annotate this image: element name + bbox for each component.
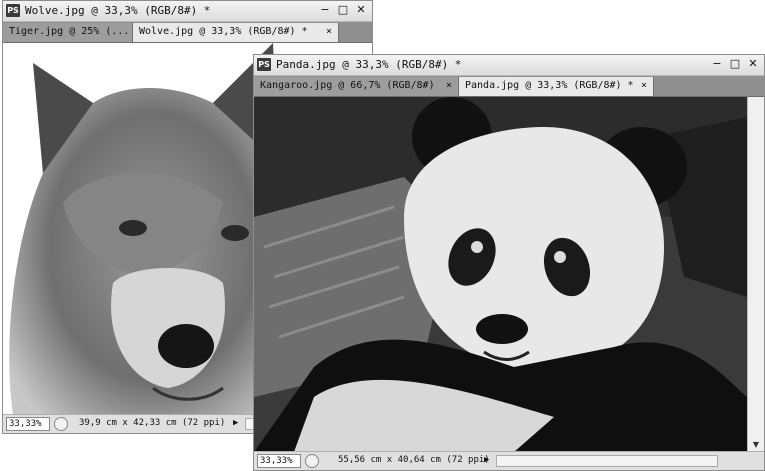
ps-app-icon: PS (6, 4, 20, 17)
wolf-title-bar[interactable]: PS Wolve.jpg @ 33,3% (RGB/8#) * − □ ✕ (3, 1, 372, 22)
panda-tab-bar: Kangaroo.jpg @ 66,7% (RGB/8#) × Panda.jp… (254, 76, 764, 97)
panda-status-bar: 33,33% 55,56 cm x 40,64 cm (72 ppi) ▶ (254, 451, 764, 470)
tab-close-icon[interactable]: × (326, 23, 332, 41)
minimize-icon[interactable]: − (710, 57, 724, 71)
tab-close-icon[interactable]: × (446, 77, 452, 95)
panda-window-title: Panda.jpg @ 33,3% (RGB/8#) * (276, 58, 462, 71)
maximize-icon[interactable]: □ (336, 3, 350, 17)
maximize-icon[interactable]: □ (728, 57, 742, 71)
zoom-level-field[interactable]: 33,33% (6, 417, 50, 431)
tab-panda[interactable]: Panda.jpg @ 33,3% (RGB/8#) * × (459, 77, 654, 96)
scroll-arrow-icon[interactable]: ▼ (748, 438, 764, 452)
status-menu-icon[interactable] (305, 454, 319, 468)
tab-wolve[interactable]: Wolve.jpg @ 33,3% (RGB/8#) * × (133, 23, 339, 42)
wolf-tab-bar: Tiger.jpg @ 25% (... Wolve.jpg @ 33,3% (… (3, 22, 372, 43)
tab-kangaroo[interactable]: Kangaroo.jpg @ 66,7% (RGB/8#) × (254, 77, 459, 96)
panda-photo (254, 97, 747, 452)
tab-tiger-label: Tiger.jpg @ 25% (... (9, 26, 130, 37)
document-size: 55,56 cm x 40,64 cm (72 ppi) (338, 455, 490, 465)
panda-image-canvas[interactable] (254, 97, 747, 452)
tab-kangaroo-label: Kangaroo.jpg @ 66,7% (RGB/8#) (260, 80, 435, 91)
tab-panda-label: Panda.jpg @ 33,3% (RGB/8#) * (465, 80, 634, 91)
minimize-icon[interactable]: − (318, 3, 332, 17)
document-size: 39,9 cm x 42,33 cm (72 ppi) (79, 418, 226, 428)
status-arrow-icon[interactable]: ▶ (233, 418, 238, 428)
zoom-level-field[interactable]: 33,33% (257, 454, 301, 468)
panda-document-window[interactable]: PS Panda.jpg @ 33,3% (RGB/8#) * − □ ✕ Ka… (253, 54, 765, 471)
wolf-window-title: Wolve.jpg @ 33,3% (RGB/8#) * (25, 4, 211, 17)
tab-tiger[interactable]: Tiger.jpg @ 25% (... (3, 23, 133, 42)
status-menu-icon[interactable] (54, 417, 68, 431)
vertical-scrollbar[interactable]: ▼ (747, 97, 764, 452)
ps-app-icon: PS (257, 58, 271, 71)
tab-wolve-label: Wolve.jpg @ 33,3% (RGB/8#) * (139, 26, 308, 37)
panda-title-bar[interactable]: PS Panda.jpg @ 33,3% (RGB/8#) * − □ ✕ (254, 55, 764, 76)
status-arrow-icon[interactable]: ▶ (484, 455, 489, 465)
close-icon[interactable]: ✕ (746, 57, 760, 71)
tab-close-icon[interactable]: × (641, 77, 647, 95)
close-icon[interactable]: ✕ (354, 3, 368, 17)
horizontal-scrollbar[interactable] (496, 455, 718, 467)
